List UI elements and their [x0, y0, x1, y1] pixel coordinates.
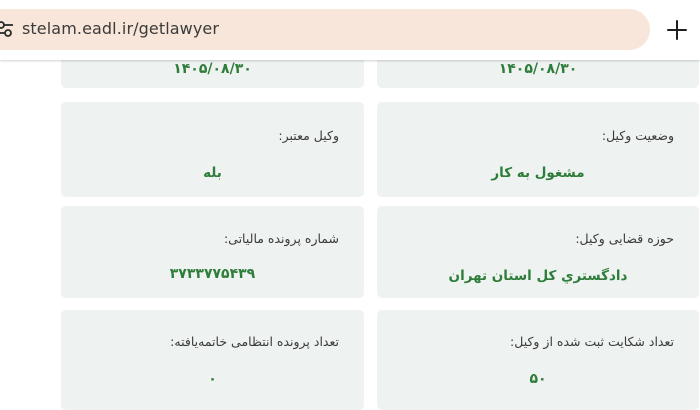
browser-toolbar: stelam.eadl.ir/getlawyer [0, 0, 700, 60]
card-valid-lawyer: وکیل معتبر: بله [61, 102, 364, 197]
disciplinary-value: ۰ [208, 371, 217, 387]
tune-icon[interactable] [0, 20, 14, 38]
date-value-right: ۱۴۰۵/۰۸/۳۰ [498, 61, 578, 77]
complaints-value: ۵۰ [529, 371, 547, 387]
url-text[interactable]: stelam.eadl.ir/getlawyer [22, 19, 219, 38]
lawyer-status-label: وضعیت وکیل: [601, 128, 674, 143]
tax-file-label: شماره پرونده مالیاتی: [223, 231, 339, 246]
card-complaints: تعداد شکایت ثبت شده از وکیل: ۵۰ [377, 310, 699, 410]
card-tax-file: شماره پرونده مالیاتی: ۳۷۳۳۷۷۵۴۳۹ [61, 206, 364, 298]
lawyer-status-value: مشغول به کار [491, 165, 585, 181]
date-value-left: ۱۴۰۵/۰۸/۳۰ [173, 61, 252, 77]
card-judicial-area: حوزه قضایی وکیل: دادگستري كل استان تهران [377, 206, 699, 298]
valid-lawyer-label: وکیل معتبر: [278, 128, 339, 143]
tax-file-value: ۳۷۳۳۷۷۵۴۳۹ [169, 266, 256, 282]
plus-icon[interactable] [664, 17, 690, 43]
judicial-area-value: دادگستري كل استان تهران [448, 268, 628, 284]
lawyer-details: ۱۴۰۵/۰۸/۳۰ ۱۴۰۵/۰۸/۳۰ وضعیت وکیل: مشغول … [0, 0, 700, 410]
complaints-label: تعداد شکایت ثبت شده از وکیل: [510, 334, 674, 349]
valid-lawyer-value: بله [203, 165, 222, 181]
disciplinary-label: تعداد پرونده انتظامی خاتمه‌یافته: [170, 334, 339, 349]
judicial-area-label: حوزه قضایی وکیل: [575, 231, 674, 246]
card-disciplinary: تعداد پرونده انتظامی خاتمه‌یافته: ۰ [61, 310, 364, 410]
card-lawyer-status: وضعیت وکیل: مشغول به کار [377, 102, 699, 197]
